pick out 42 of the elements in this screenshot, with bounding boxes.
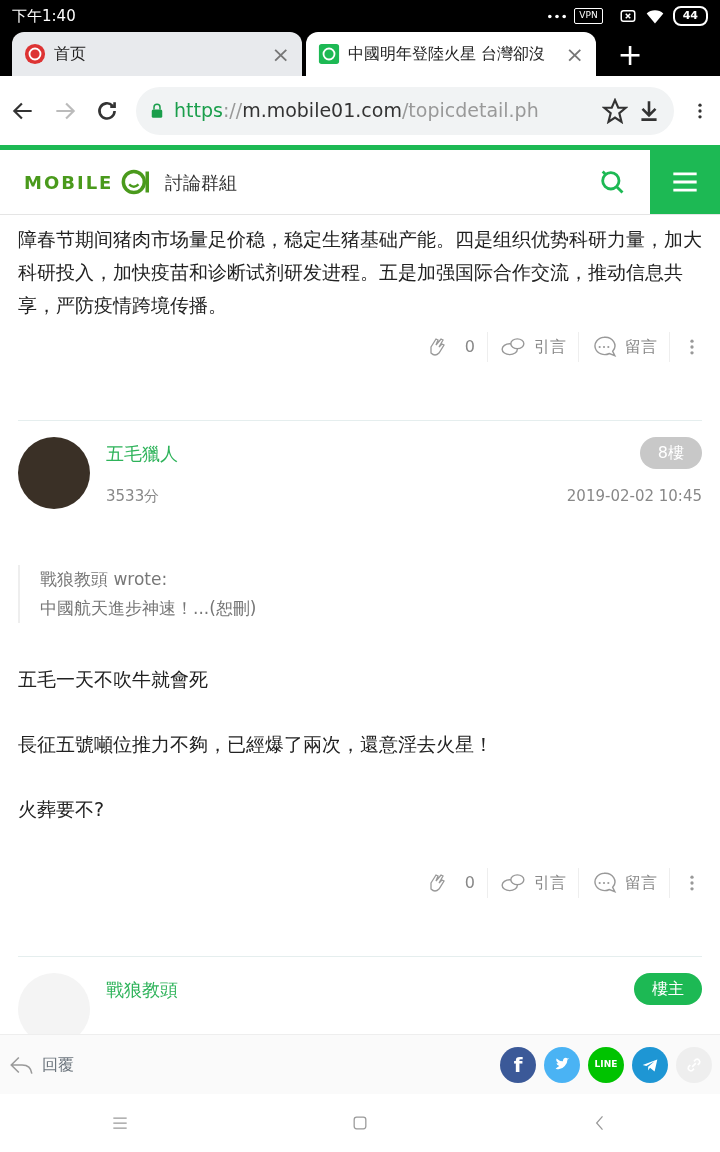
battery-indicator: 44 bbox=[672, 5, 708, 27]
new-tab-button[interactable]: + bbox=[600, 30, 660, 78]
twitter-share-button[interactable] bbox=[544, 1046, 580, 1083]
quote-text: 中國航天進步神速！...(恕刪) bbox=[40, 597, 258, 620]
seal-icon bbox=[24, 43, 46, 65]
section-title: 討論群組 bbox=[165, 170, 238, 195]
tab-title: 中國明年登陸火星 台灣卻沒 bbox=[348, 43, 546, 65]
telegram-share-button[interactable] bbox=[632, 1046, 668, 1083]
browser-tab[interactable]: 中國明年登陸火星 台灣卻沒 × bbox=[306, 32, 596, 76]
quote-link[interactable]: 引言 bbox=[534, 335, 566, 359]
like-count: 0 bbox=[464, 336, 475, 358]
vpn-indicator: VPN bbox=[574, 8, 603, 24]
menu-button[interactable] bbox=[650, 150, 720, 214]
post-paragraph: 火葬要不? bbox=[18, 797, 106, 822]
browser-tab[interactable]: 首页 × bbox=[12, 32, 302, 76]
post-paragraph: 障春节期间猪肉市场量足价稳，稳定生猪基础产能。四是组织优势科研力量，加大科研投入，加快疫苗和诊断试剂研发进程。五是加强国际合作交流，推动信息共享，严防疫情跨境传播。 bbox=[18, 227, 702, 318]
user-score: 3533分 bbox=[106, 486, 160, 507]
line-share-button[interactable]: LINE bbox=[588, 1046, 624, 1083]
quote-link[interactable]: 引言 bbox=[534, 871, 566, 895]
site-logo[interactable]: MOBILE bbox=[24, 168, 114, 196]
close-button[interactable]: × bbox=[565, 37, 584, 71]
search-icon[interactable] bbox=[598, 168, 626, 196]
comment-link[interactable]: 留言 bbox=[625, 871, 657, 895]
post-paragraph: 五毛一天不吹牛就會死 bbox=[18, 667, 209, 692]
comment-link[interactable]: 留言 bbox=[625, 335, 657, 359]
op-badge: 樓主 bbox=[634, 973, 702, 1005]
clock-text: 下午1:40 bbox=[12, 5, 76, 27]
more-dots-icon bbox=[548, 13, 567, 19]
comment-bubble-icon[interactable] bbox=[591, 870, 617, 896]
quote-author: 戰狼教頭 wrote: bbox=[40, 568, 169, 591]
close-button[interactable]: × bbox=[271, 37, 290, 71]
smiley-face-icon bbox=[121, 168, 150, 196]
author-name[interactable]: 五毛獵人 bbox=[106, 439, 178, 467]
author-name[interactable]: 戰狼教頭 bbox=[106, 975, 178, 1003]
comment-bubble-icon[interactable] bbox=[591, 334, 617, 360]
facebook-share-button[interactable]: f bbox=[500, 1046, 536, 1083]
reply-button[interactable]: 回覆 bbox=[42, 1052, 74, 1077]
star-icon[interactable] bbox=[602, 97, 628, 124]
like-count: 0 bbox=[464, 872, 475, 894]
post-paragraph: 長征五號噸位推力不夠，已經爆了兩次，還意淫去火星！ bbox=[18, 732, 494, 757]
post-date: 2019-02-02 10:45 bbox=[566, 486, 702, 507]
tab-title: 首页 bbox=[54, 43, 86, 65]
